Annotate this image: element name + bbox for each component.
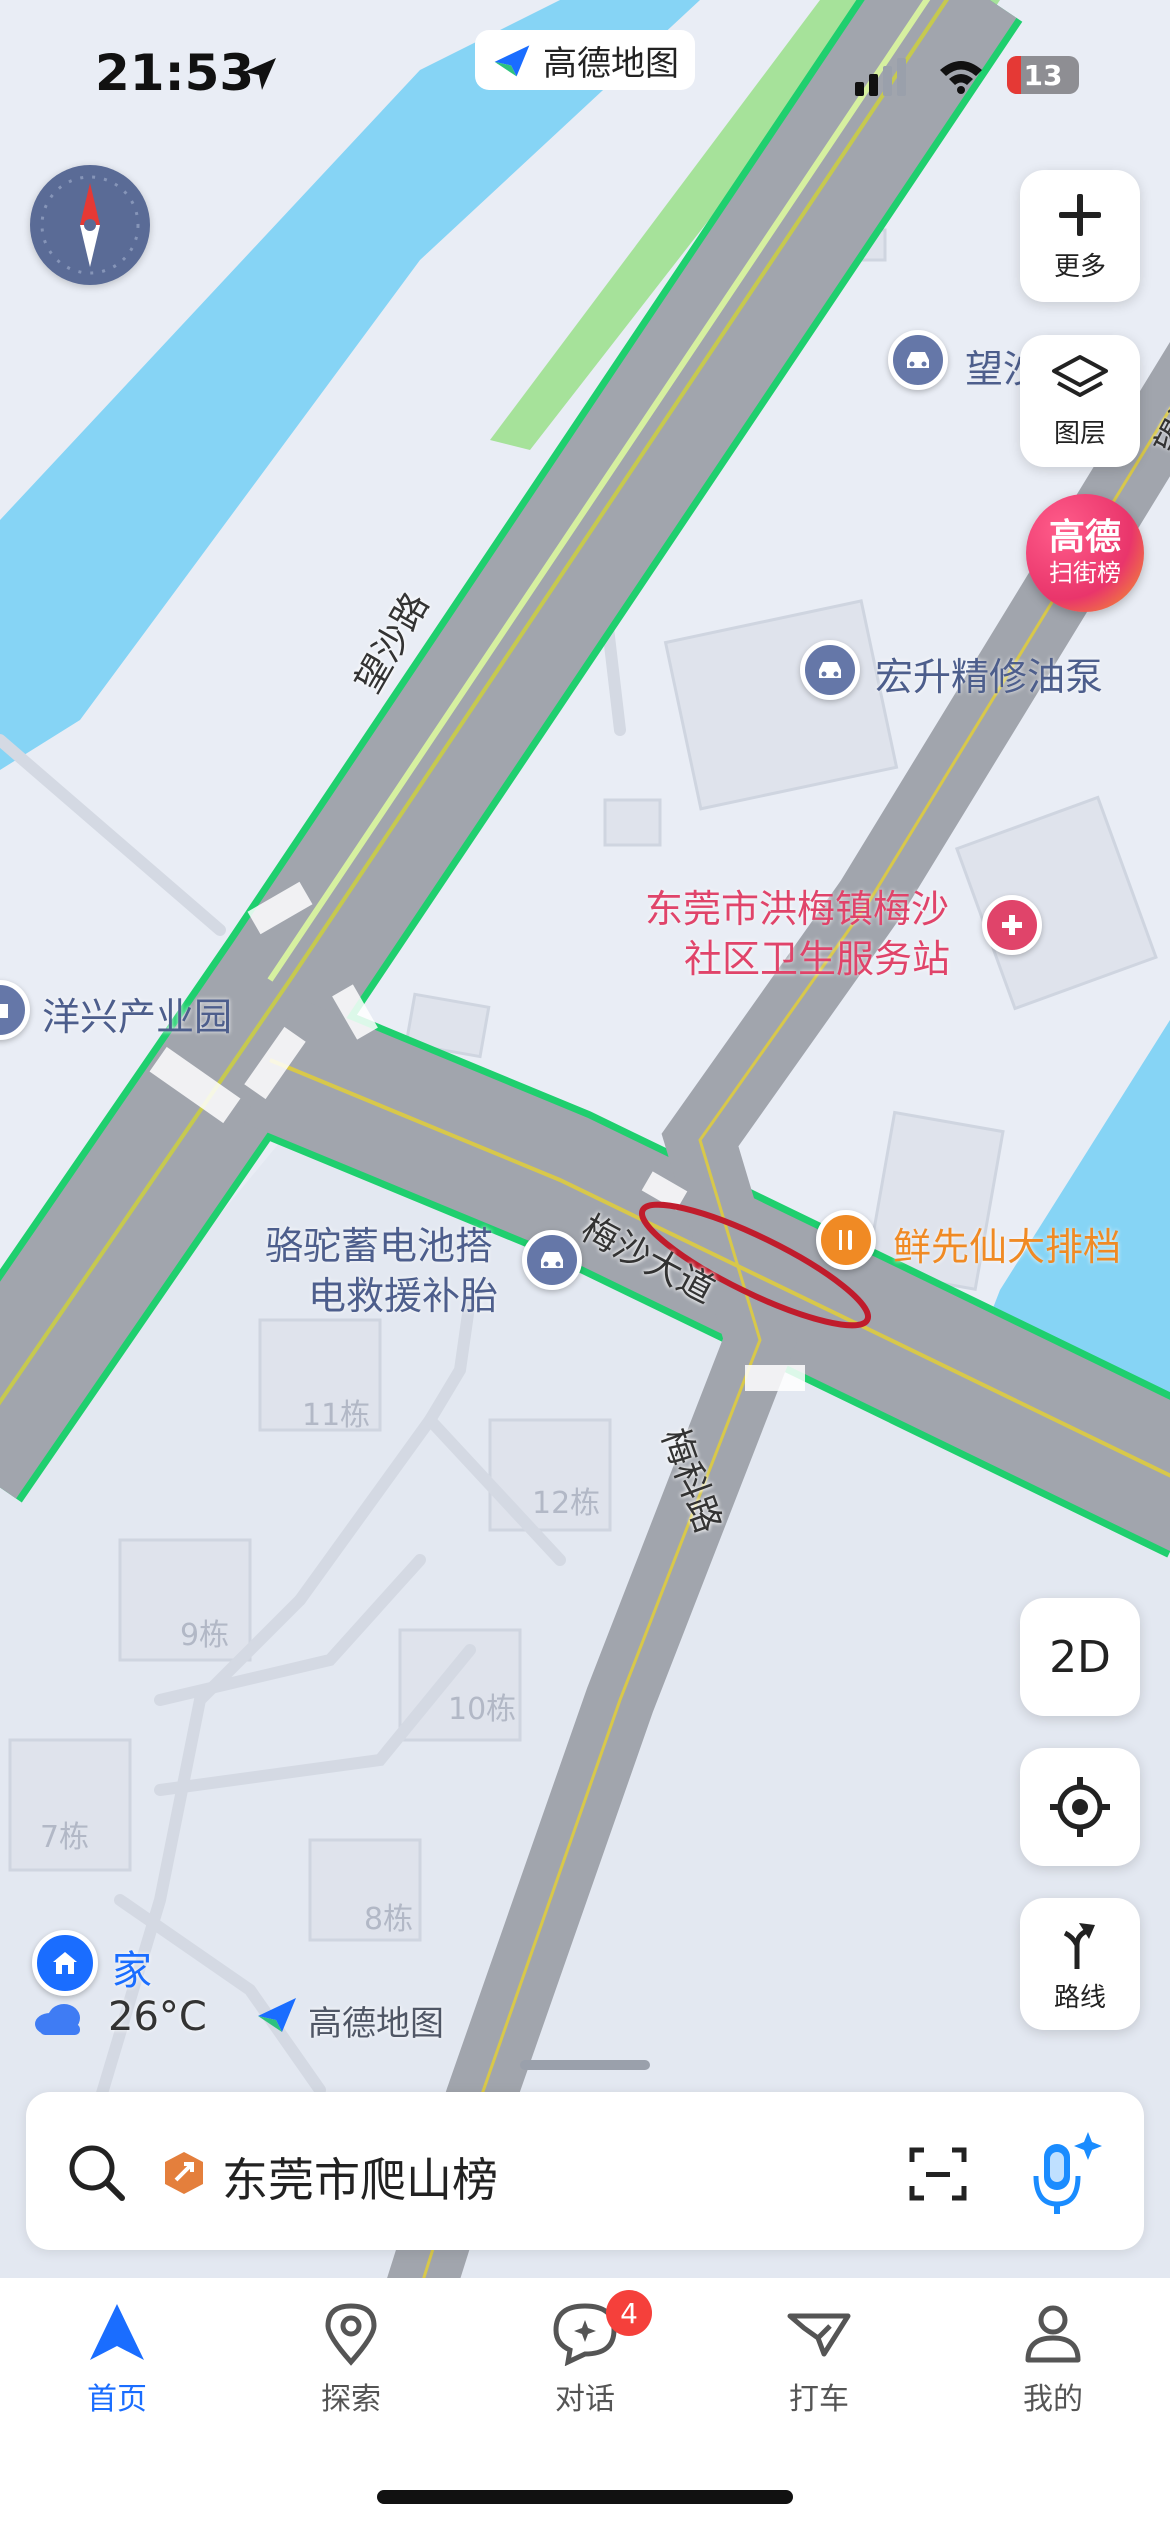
app-brand-pill: 高德地图	[475, 30, 695, 90]
view-mode-button[interactable]: 2D	[1020, 1598, 1140, 1716]
tab-label-chat: 对话	[555, 2382, 615, 2417]
route-label: 路线	[1053, 1982, 1106, 2013]
voice-assistant-icon[interactable]	[1026, 2128, 1106, 2218]
battery-service-icon[interactable]	[522, 1230, 582, 1290]
search-bar[interactable]: 东莞市爬山榜	[26, 2092, 1144, 2250]
hexagon-tag-icon	[165, 2152, 203, 2194]
street-rank-line2: 扫街榜	[1049, 559, 1121, 587]
poi-label-gas-station[interactable]: 宏升精修油泵	[875, 646, 1103, 701]
poi-label-restaurant[interactable]: 鲜先仙大排档	[893, 1216, 1121, 1271]
layers-icon	[1052, 354, 1108, 397]
layers-label: 图层	[1053, 418, 1106, 449]
building-label: 7栋	[40, 1820, 90, 1855]
tab-label-home: 首页	[87, 2382, 147, 2417]
more-label: 更多	[1053, 251, 1106, 282]
map-watermark: 高德地图	[308, 2004, 444, 2044]
tab-profile[interactable]: 我的	[936, 2300, 1170, 2440]
person-icon	[1025, 2305, 1081, 2363]
tab-label-taxi: 打车	[789, 2382, 849, 2417]
location-pin-icon	[325, 2303, 377, 2366]
route-arrow-icon	[1063, 1922, 1095, 1969]
signal-icon	[855, 56, 909, 100]
building-label: 11栋	[302, 1398, 371, 1433]
home-label[interactable]: 家	[112, 1938, 152, 1996]
search-input[interactable]: 东莞市爬山榜	[222, 2144, 498, 2210]
building-label: 8栋	[364, 1902, 414, 1937]
gas-station-icon[interactable]	[800, 640, 860, 700]
amap-logo-icon	[254, 1994, 300, 2038]
search-icon	[69, 2145, 125, 2201]
building-label: 9栋	[180, 1618, 230, 1653]
building-label: 12栋	[532, 1486, 601, 1521]
sheet-grabber[interactable]	[520, 2060, 650, 2070]
tab-taxi[interactable]: 打车	[702, 2300, 936, 2440]
locate-icon	[1050, 1777, 1110, 1837]
locate-button[interactable]	[1020, 1748, 1140, 1866]
tab-explore[interactable]: 探索	[234, 2300, 468, 2440]
poi-label-industrial-park[interactable]: 洋兴产业园	[42, 986, 232, 1041]
more-button[interactable]: 更多	[1020, 170, 1140, 302]
poi-label-battery-line2[interactable]: 电救援补胎	[308, 1265, 498, 1320]
poi-label-clinic-line1[interactable]: 东莞市洪梅镇梅沙	[645, 878, 949, 933]
battery-level: 13	[1023, 58, 1063, 92]
tab-home[interactable]: 首页	[0, 2300, 234, 2440]
poi-label-clinic-line2[interactable]: 社区卫生服务站	[684, 928, 950, 983]
badge-count: 4	[620, 2296, 638, 2330]
home-icon[interactable]	[32, 1930, 98, 1996]
tab-chat[interactable]: 对话 4	[468, 2290, 702, 2440]
street-rank-button[interactable]: 高德 扫街榜	[1026, 494, 1144, 612]
route-button[interactable]: 路线	[1020, 1898, 1140, 2030]
tab-label-explore: 探索	[321, 2382, 381, 2417]
compass-icon	[40, 175, 140, 275]
restaurant-icon[interactable]	[816, 1210, 876, 1270]
amap-logo-icon	[494, 45, 530, 77]
map-view[interactable]: 望沙路 梅沙大道 梅科路 望沙路 望沙 宏升精修油泵 东莞市洪梅镇梅沙 社区卫生…	[0, 0, 1170, 2301]
plus-icon	[1059, 193, 1101, 236]
home-indicator[interactable]	[377, 2490, 793, 2504]
clinic-cross-icon[interactable]	[982, 895, 1042, 955]
battery-icon: 13	[1007, 56, 1079, 94]
layers-button[interactable]: 图层	[1020, 335, 1140, 467]
compass-button[interactable]	[30, 165, 150, 285]
view-mode-label: 2D	[1049, 1631, 1111, 1683]
weather-temperature: 26°C	[108, 1994, 207, 2040]
cloud-icon	[32, 2000, 84, 2040]
building-label: 10栋	[448, 1692, 517, 1727]
taxi-flag-icon	[787, 2313, 851, 2357]
notification-badge: 4	[606, 2290, 652, 2336]
scan-icon[interactable]	[906, 2142, 970, 2206]
location-arrow-icon	[240, 54, 280, 98]
street-rank-line1: 高德	[1048, 517, 1121, 558]
poi-label-battery-line1[interactable]: 骆驼蓄电池搭	[265, 1215, 493, 1270]
app-brand-name: 高德地图	[543, 43, 679, 84]
status-time: 21:53	[95, 44, 255, 102]
tab-label-profile: 我的	[1023, 2382, 1083, 2417]
wifi-icon	[938, 58, 984, 98]
car-service-icon[interactable]	[888, 330, 948, 390]
navigation-arrow-icon	[90, 2304, 144, 2360]
